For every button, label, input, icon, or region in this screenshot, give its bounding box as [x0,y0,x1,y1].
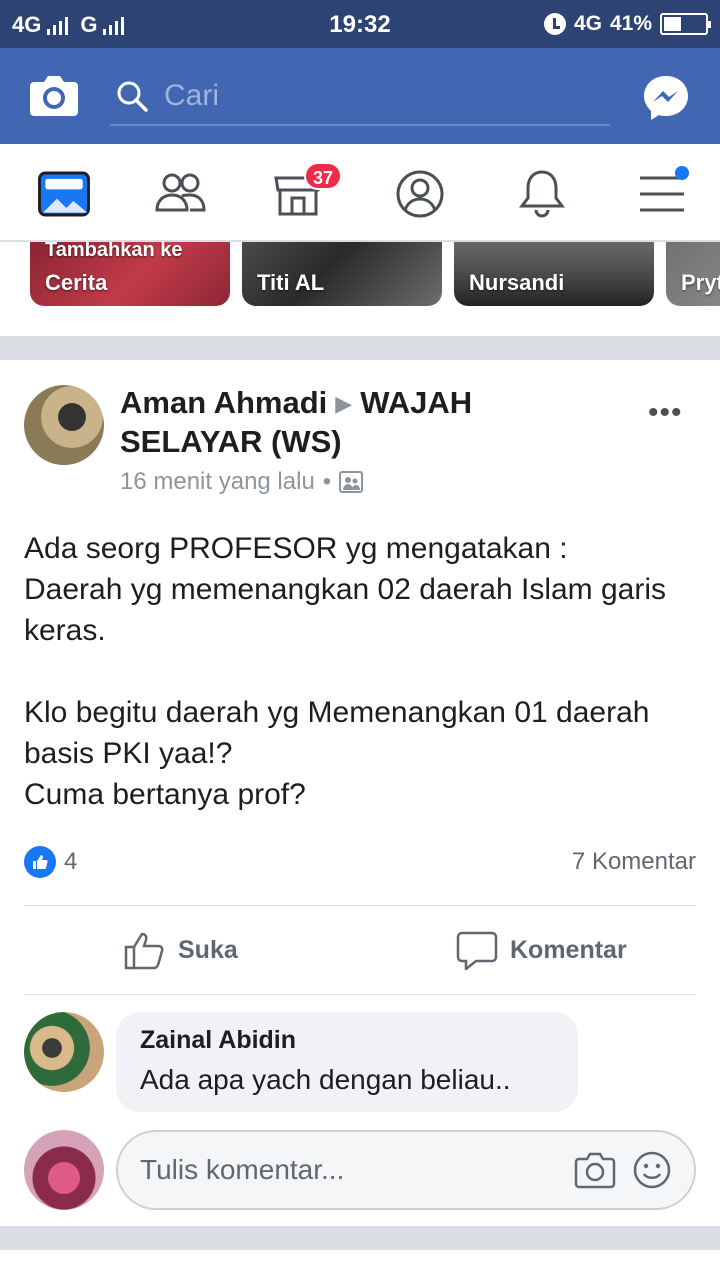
status-right: 4G 41% [543,12,711,36]
feed-post: Aman Ahmadi ▶ WAJAH SELAYAR (WS) ••• 16 me… [0,360,720,1226]
group-privacy-icon [339,471,364,493]
more-options-icon[interactable]: ••• [648,396,683,430]
battery-icon [660,13,711,35]
story-label: Nursandi [469,270,565,295]
commenter-name[interactable]: Zainal Abidin [140,1026,296,1055]
tab-friends-icon[interactable] [152,166,208,222]
comment-text: Ada apa yach dengan beliau.. [140,1064,511,1095]
story-card[interactable]: Titi AL [242,242,442,306]
search-bar[interactable] [110,72,610,126]
like-reaction-icon [24,846,56,878]
story-label: Titi AL [257,270,325,295]
divider [24,994,696,995]
commenter-avatar[interactable] [24,1012,104,1092]
comment-icon [456,931,498,970]
comment-label: Komentar [510,935,627,964]
post-time[interactable]: 16 menit yang lalu [120,468,315,496]
divider [24,905,696,906]
next-post-peek [0,1250,720,1280]
current-user-avatar [24,1130,104,1210]
reactions-summary[interactable]: 4 [24,846,77,878]
marketplace-badge: 37 [304,162,342,190]
post-meta: 16 menit yang lalu • [120,468,364,496]
tab-profile-icon[interactable] [392,166,448,222]
like-count: 4 [64,848,78,875]
stories-tray: Tambahkan ke Cerita Titi AL Nursandi Pry… [0,242,720,336]
like-label: Suka [178,935,238,964]
messenger-icon[interactable] [642,74,690,122]
tab-news-feed-icon[interactable] [36,166,92,222]
like-button[interactable]: Suka [124,928,238,972]
thumbs-up-icon [124,932,164,970]
tab-notifications-icon[interactable] [514,166,570,222]
author-avatar[interactable] [24,385,104,465]
comment-count[interactable]: 7 Komentar [572,848,696,876]
search-input[interactable] [164,78,584,114]
write-comment-box[interactable] [116,1130,696,1210]
story-label: Pryt [681,270,720,295]
author-name[interactable]: Aman Ahmadi [120,385,327,420]
comment-bubble[interactable]: Zainal Abidin Ada apa yach dengan beliau… [116,1012,578,1112]
meta-separator: • [322,468,332,495]
post-body: Ada seorg PROFESOR yg mengatakan : Daera… [24,532,667,811]
camera-icon[interactable] [574,1150,616,1190]
menu-notification-dot [675,166,689,180]
network-type: 4G [573,12,602,35]
status-bar: 4G G 19:32 4G 41% [0,0,720,48]
section-separator [0,1226,720,1250]
tab-bar: 37 [0,144,720,242]
story-card[interactable]: Pryt [666,242,720,306]
top-bar [0,48,720,144]
arrow-right-icon: ▶ [335,391,353,416]
search-icon [117,81,148,112]
emoji-icon[interactable] [632,1150,672,1190]
story-top-label: Tambahkan ke [45,242,183,261]
story-add[interactable]: Tambahkan ke Cerita [30,242,230,306]
battery-percent: 41% [609,12,652,35]
post-header: Aman Ahmadi ▶ WAJAH SELAYAR (WS) [120,384,590,461]
comment-input[interactable] [140,1150,560,1190]
alarm-icon [543,13,566,35]
camera-icon[interactable] [28,72,80,118]
section-separator [0,336,720,360]
story-label: Cerita [45,270,108,295]
comment-button[interactable]: Komentar [456,928,627,972]
story-card[interactable]: Nursandi [454,242,654,306]
